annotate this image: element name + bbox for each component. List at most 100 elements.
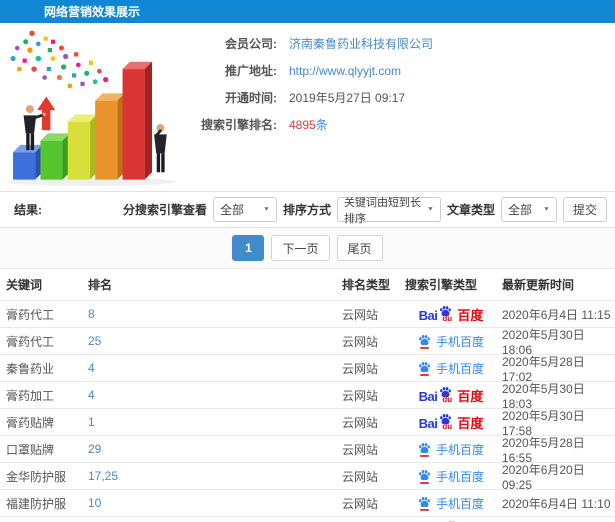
rank-count-suffix: 条 xyxy=(315,118,328,132)
rank-link[interactable]: 1 xyxy=(88,415,95,429)
rank-type-cell: 云网站 xyxy=(342,469,379,484)
baidu-bai-text: Bai xyxy=(418,307,438,323)
table-row: 膏药贴牌 1 云网站 Bai du 百度 2020年5月30日 17:58 xyxy=(0,408,615,438)
search-engine-cell: 手机百度 xyxy=(405,333,497,350)
promo-url-link[interactable]: http://www.qlyyjt.com xyxy=(289,64,401,79)
sort-select[interactable]: 关键词由短到长排序 ▼ xyxy=(336,197,441,225)
baidu-cn-text: 百度 xyxy=(457,388,484,404)
header-updated-time: 最新更新时间 xyxy=(502,278,575,292)
next-page-button[interactable]: 下一页 xyxy=(271,235,330,261)
article-type-value: 全部 xyxy=(507,203,532,217)
header-keyword: 关键词 xyxy=(6,278,43,292)
mobile-baidu-logo: 手机百度 xyxy=(418,333,484,350)
table-header-row: 关键词 排名 排名类型 搜索引擎类型 最新更新时间 xyxy=(0,269,615,300)
keyword-cell: 膏药加工 xyxy=(6,388,55,403)
results-table-body: 膏药代工 8 云网站 Bai du 百度 2020年6月4日 11:15 膏药代工 25 云网站手… xyxy=(0,300,615,516)
baidu-paw-icon xyxy=(419,334,430,345)
mobile-baidu-logo: 手机百度 xyxy=(418,360,484,377)
search-engine-cell: Bai du 百度 xyxy=(405,413,497,431)
rank-link[interactable]: 4 xyxy=(88,388,95,402)
confetti-dots xyxy=(10,30,109,89)
mobile-baidu-logo: 手机百度 xyxy=(418,441,484,458)
rank-link[interactable]: 29 xyxy=(88,442,101,456)
company-link[interactable]: 济南秦鲁药业科技有限公司 xyxy=(289,37,433,52)
company-label: 会员公司: xyxy=(225,37,277,51)
keyword-cell: 膏药代工 xyxy=(6,334,55,349)
keyword-cell: 膏药代工 xyxy=(6,307,55,322)
pagination: 1 下一页 尾页 xyxy=(0,228,615,269)
result-section-label: 结果: xyxy=(14,203,42,217)
search-engine-cell: 手机百度 xyxy=(405,360,497,377)
mobile-baidu-label: 手机百度 xyxy=(435,442,484,457)
baidu-paw-icon xyxy=(419,469,430,480)
search-engine-cell: 手机百度 xyxy=(405,468,497,485)
paw-underline xyxy=(419,454,429,457)
title-bar: 网络营销效果展示 xyxy=(0,0,615,23)
rank-type-cell: 云网站 xyxy=(342,415,379,430)
paw-underline xyxy=(419,346,429,349)
baidu-cn-text: 百度 xyxy=(457,307,484,323)
paw-underline xyxy=(419,373,429,376)
engine-filter-label: 分搜索引擎查看 xyxy=(122,203,207,217)
rank-count-number: 4895 xyxy=(289,118,316,132)
baidu-pc-logo: Bai du 百度 xyxy=(418,305,484,323)
rank-type-cell: 云网站 xyxy=(342,334,379,349)
baidu-bai-text: Bai xyxy=(418,415,438,431)
sort-label: 排序方式 xyxy=(282,203,331,217)
search-engine-cell: Bai du 百度 xyxy=(405,386,497,404)
filter-controls: 分搜索引擎查看 全部 ▼ 排序方式 关键词由短到长排序 ▼ 文章类型 全部 ▼ … xyxy=(122,197,607,225)
mobile-baidu-label: 手机百度 xyxy=(435,496,484,511)
baidu-paw-icon xyxy=(419,442,430,453)
baidu-paw-icon xyxy=(419,361,430,372)
table-row-partial xyxy=(0,516,615,522)
rank-type-cell: 云网站 xyxy=(342,361,379,376)
page-1-button[interactable]: 1 xyxy=(232,235,265,261)
baidu-cn-text: 百度 xyxy=(457,415,484,431)
table-row: 膏药代工 25 云网站 手机百度 2020年5月30日 18:06 xyxy=(0,327,615,357)
baidu-du-text: du xyxy=(442,394,453,404)
baidu-pc-logo: Bai du 百度 xyxy=(418,386,484,404)
search-engine-cell: 手机百度 xyxy=(405,495,497,512)
chevron-down-icon: ▼ xyxy=(263,206,270,213)
engine-filter-select[interactable]: 全部 ▼ xyxy=(212,197,277,222)
keyword-cell: 秦鲁药业 xyxy=(6,361,55,376)
table-row: 膏药代工 8 云网站 Bai du 百度 2020年6月4日 11:15 xyxy=(0,300,615,327)
rank-link[interactable]: 25 xyxy=(88,334,101,348)
baidu-paw-icon xyxy=(419,496,430,507)
keyword-cell: 福建防护服 xyxy=(6,496,67,511)
rank-link[interactable]: 4 xyxy=(88,361,95,375)
rank-link[interactable]: 10 xyxy=(88,496,101,510)
rank-link[interactable]: 17,25 xyxy=(88,469,118,483)
table-row: 福建防护服 10 云网站 手机百度 2020年6月4日 11:10 xyxy=(0,489,615,516)
article-type-label: 文章类型 xyxy=(446,203,495,217)
engine-rank-label: 搜索引擎排名: xyxy=(201,118,277,132)
keyword-cell: 口罩贴牌 xyxy=(6,442,55,457)
keyword-cell: 膏药贴牌 xyxy=(6,415,55,430)
engine-rank-count: 4895条 xyxy=(289,118,328,133)
table-row: 秦鲁药业 4 云网站 手机百度 2020年5月28日 17:02 xyxy=(0,354,615,384)
table-row: 金华防护服 17,25 云网站 手机百度 2020年6月20日 09:25 xyxy=(0,462,615,492)
businessman-right xyxy=(154,124,167,173)
mobile-baidu-logo: 手机百度 xyxy=(418,495,484,512)
header-engine-type: 搜索引擎类型 xyxy=(405,278,478,292)
submit-button[interactable]: 提交 xyxy=(562,197,607,222)
article-type-select[interactable]: 全部 ▼ xyxy=(500,197,557,222)
rank-link[interactable]: 8 xyxy=(88,307,95,321)
mobile-baidu-label: 手机百度 xyxy=(435,334,484,349)
updated-time-cell: 2020年6月20日 09:25 xyxy=(502,462,585,492)
last-page-button[interactable]: 尾页 xyxy=(336,235,383,261)
member-info-panel: 会员公司: 济南秦鲁药业科技有限公司 推广地址: http://www.qlyy… xyxy=(0,23,615,190)
baidu-bai-text: Bai xyxy=(418,388,438,404)
sort-value: 关键词由短到长排序 xyxy=(343,196,421,225)
header-rank-type: 排名类型 xyxy=(342,278,391,292)
promo-url-label: 推广地址: xyxy=(225,64,277,78)
header-rank: 排名 xyxy=(88,278,113,292)
results-table: 关键词 排名 排名类型 搜索引擎类型 最新更新时间 膏药代工 8 云网站 Bai du 百… xyxy=(0,269,615,522)
search-engine-cell: Bai du 百度 xyxy=(405,305,497,323)
page-title: 网络营销效果展示 xyxy=(44,5,141,19)
engine-rank-row: 搜索引擎排名: 4895条 xyxy=(182,118,433,133)
keyword-cell: 金华防护服 xyxy=(6,469,67,484)
chevron-down-icon: ▼ xyxy=(427,206,434,213)
promo-url-row: 推广地址: http://www.qlyyjt.com xyxy=(182,64,433,79)
chevron-down-icon: ▼ xyxy=(543,206,550,213)
